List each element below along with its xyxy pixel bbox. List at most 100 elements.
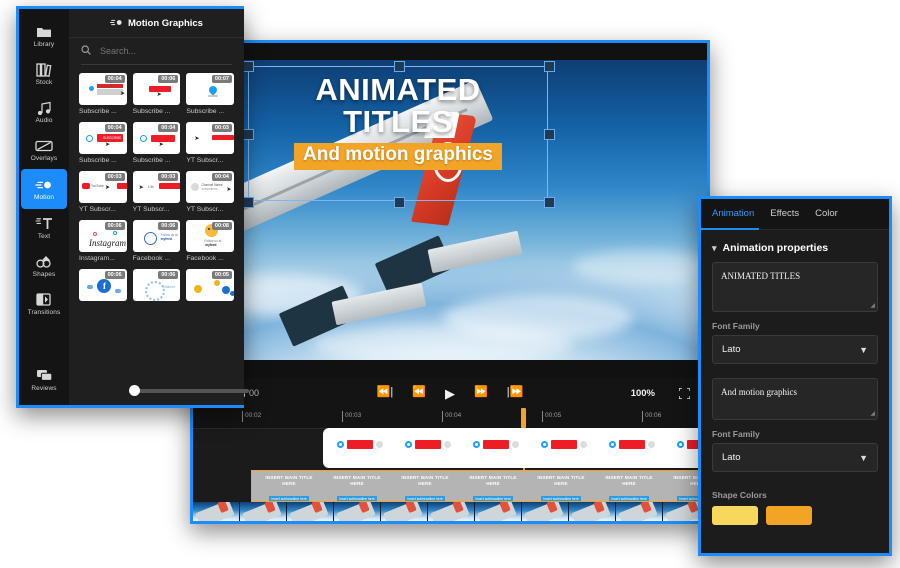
grid-item[interactable]: SUBSCRIBE ➤ 00:04 Subscribe ... (79, 122, 127, 164)
search-row[interactable] (69, 38, 244, 64)
title-clip-cell: INSERT MAIN TITLE HERE Insert subheadlin… (258, 475, 320, 501)
item-thumbnail[interactable]: YouTube ➤ 00:03 (79, 171, 127, 203)
chevron-down-icon[interactable]: ▾ (712, 243, 717, 254)
item-thumbnail[interactable]: ➤ 00:04 (132, 122, 181, 154)
ruler-tick: 00:02 (241, 411, 262, 422)
resize-handle-br[interactable] (544, 197, 555, 208)
film-frame (240, 502, 287, 521)
playhead-handle[interactable] (521, 408, 526, 428)
grid-item[interactable]: ➤ 00:04 Subscribe ... (132, 122, 181, 164)
grid-item[interactable]: 00:05 (186, 269, 234, 301)
tab-animation[interactable]: Animation (712, 201, 754, 227)
sidebar-item-library[interactable]: Library (19, 17, 69, 55)
subtitle-text-input[interactable]: And motion graphics ◢ (712, 378, 878, 420)
grid-item[interactable]: Follow us at myfeed 00:06 Facebook ... (132, 220, 181, 262)
thumbnail-size-slider[interactable] (129, 385, 249, 396)
resize-handle-bc[interactable] (394, 197, 405, 208)
film-frame (381, 502, 428, 521)
resize-handle-tr[interactable] (544, 61, 555, 72)
clip-main-text: INSERT MAIN TITLE HERE (537, 475, 585, 487)
grid-item[interactable]: 00:07 Subscribe ... (186, 73, 234, 115)
timeline-clip-video[interactable] (193, 502, 707, 521)
search-input[interactable] (98, 45, 222, 57)
item-thumbnail[interactable]: Channel Name subscribers ➤ 00:04 (186, 171, 234, 203)
grid-item[interactable]: Instagram 00:06 Instagram... (79, 220, 127, 262)
item-thumbnail[interactable]: Instagram 00:06 (79, 220, 127, 252)
player-controls-bar: 00:18 00 ⏪| ⏪ ▶ ⏩ |⏩ 100% (193, 378, 707, 408)
item-thumbnail[interactable]: 00:05 (186, 269, 234, 301)
title-text-input[interactable]: ANIMATED TITLES ◢ (712, 262, 878, 312)
item-thumbnail[interactable]: ➤ 1.5k 00:03 (132, 171, 181, 203)
timeline[interactable]: 00:02 00:03 00:04 00:05 00:06 INSERT MAI… (193, 408, 723, 521)
transitions-icon (36, 292, 52, 307)
grid-item[interactable]: Channel 00:06 (132, 269, 181, 301)
resize-handle-tc[interactable] (394, 61, 405, 72)
item-thumbnail[interactable]: ➤ 00:06 (132, 73, 181, 105)
timeline-clip-title-selected[interactable]: INSERT MAIN TITLE HERE Insert subheadlin… (251, 470, 723, 502)
sidebar-item-motion[interactable]: Motion (21, 169, 67, 209)
item-label: Facebook ... (132, 255, 171, 262)
sidebar-item-shapes[interactable]: Shapes (19, 247, 69, 285)
item-thumbnail[interactable]: Follow us at myfeed 00:06 (132, 220, 181, 252)
sidebar-item-overlays[interactable]: Overlays (19, 131, 69, 169)
color-swatch-1[interactable] (712, 506, 758, 525)
grid-item[interactable]: f 00:06 (79, 269, 127, 301)
timeline-clip-graphic[interactable] (323, 428, 723, 468)
resize-handle-bl[interactable] (243, 197, 254, 208)
item-thumbnail[interactable]: ➤ 00:04 (79, 73, 127, 105)
grid-item[interactable]: YouTube ➤ 00:03 YT Subscr... (79, 171, 127, 213)
sidebar-item-reviews[interactable]: Reviews (19, 361, 69, 399)
ruler-tick: 00:05 (541, 411, 562, 422)
title-clip-cell: INSERT MAIN TITLE HERE Insert subheadlin… (326, 475, 388, 501)
grid-item[interactable]: ➤ 00:04 Subscribe ... (79, 73, 127, 115)
item-duration: 00:05 (211, 271, 232, 279)
font-family-select-1[interactable]: Lato ▼ (712, 335, 878, 364)
title-clip-cell: INSERT MAIN TITLE HERE Insert subheadlin… (394, 475, 456, 501)
zoom-level[interactable]: 100% (631, 388, 655, 399)
fast-forward-button[interactable]: ⏩ (474, 386, 488, 400)
item-duration: 00:04 (158, 124, 179, 132)
chevron-down-icon[interactable]: ▼ (859, 345, 868, 355)
sidebar-item-stock[interactable]: Stock (19, 55, 69, 93)
resize-handle-tl[interactable] (243, 61, 254, 72)
rewind-button[interactable]: ⏪ (412, 386, 426, 400)
sidebar-item-transitions[interactable]: Transitions (19, 285, 69, 323)
grid-item[interactable]: Channel Name subscribers ➤ 00:04 YT Subs… (186, 171, 234, 213)
item-thumbnail[interactable]: ➤ 00:03 (186, 122, 234, 154)
video-preview[interactable]: ANIMATED TITLES And motion graphics 👍 SU… (193, 60, 707, 360)
grid-item[interactable]: ➤ 00:03 YT Subscr... (186, 122, 234, 164)
grid-item[interactable]: ➤ 1.5k 00:03 YT Subscr... (132, 171, 181, 213)
resize-grip-icon[interactable]: ◢ (870, 302, 875, 310)
resize-handle-mr[interactable] (544, 129, 555, 140)
slider-knob[interactable] (129, 385, 140, 396)
sidebar-item-audio[interactable]: Audio (19, 93, 69, 131)
grid-item[interactable]: Follow us at myfeed 00:08 Facebook ... (186, 220, 234, 262)
tab-effects[interactable]: Effects (770, 201, 799, 227)
editor-window: ANIMATED TITLES And motion graphics 👍 SU… (190, 40, 723, 524)
item-thumbnail[interactable]: f 00:06 (79, 269, 127, 301)
resize-handle-ml[interactable] (243, 129, 254, 140)
item-duration: 00:06 (158, 271, 179, 279)
grid-item[interactable]: ➤ 00:06 Subscribe ... (132, 73, 181, 115)
font-family-select-2[interactable]: Lato ▼ (712, 443, 878, 472)
title-text-object[interactable]: ANIMATED TITLES And motion graphics (243, 61, 555, 208)
font-family-value-2: Lato (722, 452, 741, 463)
animation-properties-header[interactable]: ▾ Animation properties (701, 230, 889, 262)
item-thumbnail[interactable]: 00:07 (186, 73, 234, 105)
film-frame (616, 502, 663, 521)
skip-to-start-button[interactable]: ⏪| (377, 386, 394, 400)
play-button[interactable]: ▶ (445, 387, 455, 400)
text-icon (35, 216, 53, 231)
item-thumbnail[interactable]: Follow us at myfeed 00:08 (186, 220, 234, 252)
item-thumbnail[interactable]: SUBSCRIBE ➤ 00:04 (79, 122, 127, 154)
resize-grip-icon[interactable]: ◢ (870, 410, 875, 418)
sidebar-item-label: Audio (35, 117, 53, 124)
timeline-ruler[interactable]: 00:02 00:03 00:04 00:05 00:06 (193, 408, 707, 429)
sidebar-item-text[interactable]: Text (19, 209, 69, 247)
skip-to-end-button[interactable]: |⏩ (507, 386, 524, 400)
item-thumbnail[interactable]: Channel 00:06 (132, 269, 181, 301)
chevron-down-icon[interactable]: ▼ (859, 453, 868, 463)
color-swatch-2[interactable] (766, 506, 812, 525)
tab-color[interactable]: Color (815, 201, 838, 227)
fullscreen-icon[interactable] (679, 387, 690, 399)
